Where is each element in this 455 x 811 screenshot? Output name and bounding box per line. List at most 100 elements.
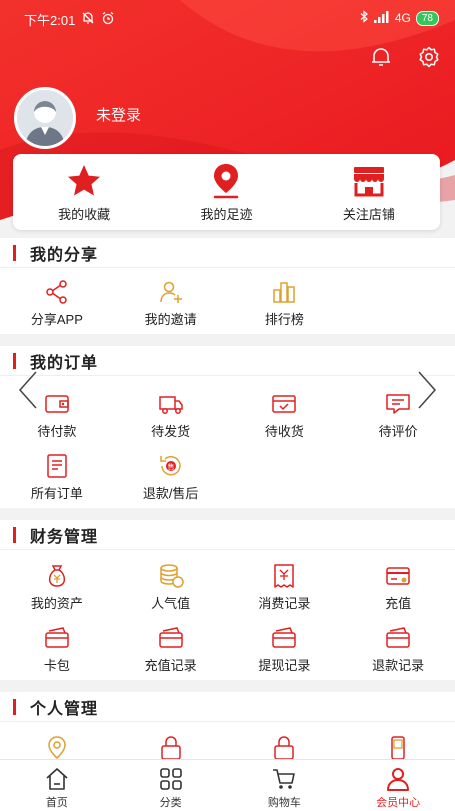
ranking-icon xyxy=(273,282,296,303)
bluetooth-icon xyxy=(359,10,369,26)
card-wallet-icon xyxy=(45,627,69,648)
tab-member-center[interactable]: 会员中心 xyxy=(341,760,455,811)
recharge-records-label: 充值记录 xyxy=(144,658,197,673)
ranking-button[interactable]: 排行榜 xyxy=(228,278,342,328)
orders-section: 我的订单 待付款 待发货 待收货 待评价 所有订单 售 退款/售后 xyxy=(0,346,455,508)
withdrawal-records-button[interactable]: 提现记录 xyxy=(228,624,342,674)
recharge-records-button[interactable]: 充值记录 xyxy=(114,624,228,674)
share-icon xyxy=(46,280,67,304)
share-app-label: 分享APP xyxy=(30,312,83,327)
star-icon xyxy=(68,165,101,196)
section-marker xyxy=(13,526,16,543)
quick-access-card: 我的收藏 我的足迹 关注店铺 xyxy=(13,154,440,230)
my-invites-button[interactable]: 我的邀请 xyxy=(114,278,228,328)
pending-payment-label: 待付款 xyxy=(37,424,77,439)
tab-home-label: 首页 xyxy=(45,797,68,809)
gear-icon[interactable] xyxy=(417,45,441,69)
status-bar: 下午2:01 4G 78 xyxy=(0,0,455,36)
lock-icon xyxy=(274,736,295,759)
all-orders-label: 所有订单 xyxy=(30,486,83,501)
card-icon xyxy=(386,567,410,585)
alarm-icon xyxy=(101,11,115,28)
finance-section: 财务管理 我的资产 人气值 消费记录 充值 卡包 充值记录 提现记录 退款记录 xyxy=(0,520,455,680)
tab-home[interactable]: 首页 xyxy=(0,760,114,811)
card-wallet-icon xyxy=(386,627,410,648)
cart-icon xyxy=(273,769,296,789)
share-app-button[interactable]: 分享APP xyxy=(0,278,114,328)
ranking-label: 排行榜 xyxy=(264,312,304,327)
user-icon xyxy=(387,768,410,791)
lock-icon xyxy=(160,736,181,759)
money-bag-icon xyxy=(48,565,65,587)
refund-aftersale-button[interactable]: 售 退款/售后 xyxy=(114,452,228,502)
my-assets-button[interactable]: 我的资产 xyxy=(0,562,114,612)
order-list-icon xyxy=(47,454,67,478)
security-button[interactable] xyxy=(114,734,228,759)
card-pack-button[interactable]: 卡包 xyxy=(0,624,114,674)
tab-cart[interactable]: 购物车 xyxy=(228,760,342,811)
refund-records-label: 退款记录 xyxy=(372,658,425,673)
invite-user-icon xyxy=(159,281,182,303)
my-assets-label: 我的资产 xyxy=(30,596,83,611)
pending-shipment-button[interactable]: 待发货 xyxy=(114,390,228,440)
login-label[interactable]: 未登录 xyxy=(96,104,141,125)
phone-binding-button[interactable] xyxy=(341,734,455,759)
popularity-button[interactable]: 人气值 xyxy=(114,562,228,612)
chevron-left-icon[interactable] xyxy=(16,370,40,410)
card-wallet-icon xyxy=(272,627,297,648)
card-pack-label: 卡包 xyxy=(43,658,70,673)
section-title: 我的分享 xyxy=(30,246,99,264)
battery-level: 78 xyxy=(415,10,439,26)
footprint-button[interactable]: 我的足迹 xyxy=(155,154,297,230)
svg-text:售: 售 xyxy=(167,462,174,471)
pending-shipment-label: 待发货 xyxy=(151,424,191,439)
avatar[interactable] xyxy=(14,87,76,149)
card-wallet-icon xyxy=(158,627,183,648)
tab-category-label: 分类 xyxy=(159,797,182,809)
followed-stores-button[interactable]: 关注店铺 xyxy=(298,154,440,230)
chevron-right-icon[interactable] xyxy=(415,370,439,410)
pending-receipt-button[interactable]: 待收货 xyxy=(228,390,342,440)
mute-icon xyxy=(81,11,95,28)
favorites-label: 我的收藏 xyxy=(58,207,111,222)
receive-box-icon xyxy=(272,395,297,413)
share-section: 我的分享 分享APP 我的邀请 排行榜 xyxy=(0,238,455,334)
signal-icon xyxy=(373,10,390,26)
refund-aftersale-label: 退款/售后 xyxy=(142,486,199,501)
category-grid-icon xyxy=(159,768,182,790)
tab-category[interactable]: 分类 xyxy=(114,760,228,811)
recharge-button[interactable]: 充值 xyxy=(341,562,455,612)
location-pin-icon xyxy=(48,736,66,759)
phone-icon xyxy=(391,736,405,759)
section-marker xyxy=(13,698,16,715)
footprint-label: 我的足迹 xyxy=(200,207,253,222)
network-type: 4G xyxy=(394,11,411,25)
pending-receipt-label: 待收货 xyxy=(264,424,304,439)
section-title: 个人管理 xyxy=(30,700,99,718)
truck-icon xyxy=(158,396,183,414)
favorites-button[interactable]: 我的收藏 xyxy=(13,154,155,230)
coins-icon xyxy=(159,564,184,588)
recharge-label: 充值 xyxy=(385,596,412,611)
withdrawal-records-label: 提现记录 xyxy=(258,658,311,673)
my-invites-label: 我的邀请 xyxy=(144,312,197,327)
location-pin-icon xyxy=(214,164,239,199)
refund-icon: 售 xyxy=(159,455,181,476)
popularity-label: 人气值 xyxy=(151,596,191,611)
payment-password-button[interactable] xyxy=(228,734,342,759)
wallet-icon xyxy=(45,395,69,413)
bell-icon[interactable] xyxy=(369,45,393,69)
spending-records-button[interactable]: 消费记录 xyxy=(228,562,342,612)
section-title: 财务管理 xyxy=(30,528,99,546)
store-icon xyxy=(353,167,384,197)
pending-review-label: 待评价 xyxy=(378,424,418,439)
all-orders-button[interactable]: 所有订单 xyxy=(0,452,114,502)
followed-stores-label: 关注店铺 xyxy=(342,207,395,222)
bottom-tab-bar: 首页 分类 购物车 会员中心 xyxy=(0,759,455,811)
spending-records-label: 消费记录 xyxy=(258,596,311,611)
refund-records-button[interactable]: 退款记录 xyxy=(341,624,455,674)
tab-cart-label: 购物车 xyxy=(267,797,301,809)
receipt-icon xyxy=(274,564,295,588)
address-button[interactable] xyxy=(0,734,114,759)
personal-section: 个人管理 xyxy=(0,692,455,759)
